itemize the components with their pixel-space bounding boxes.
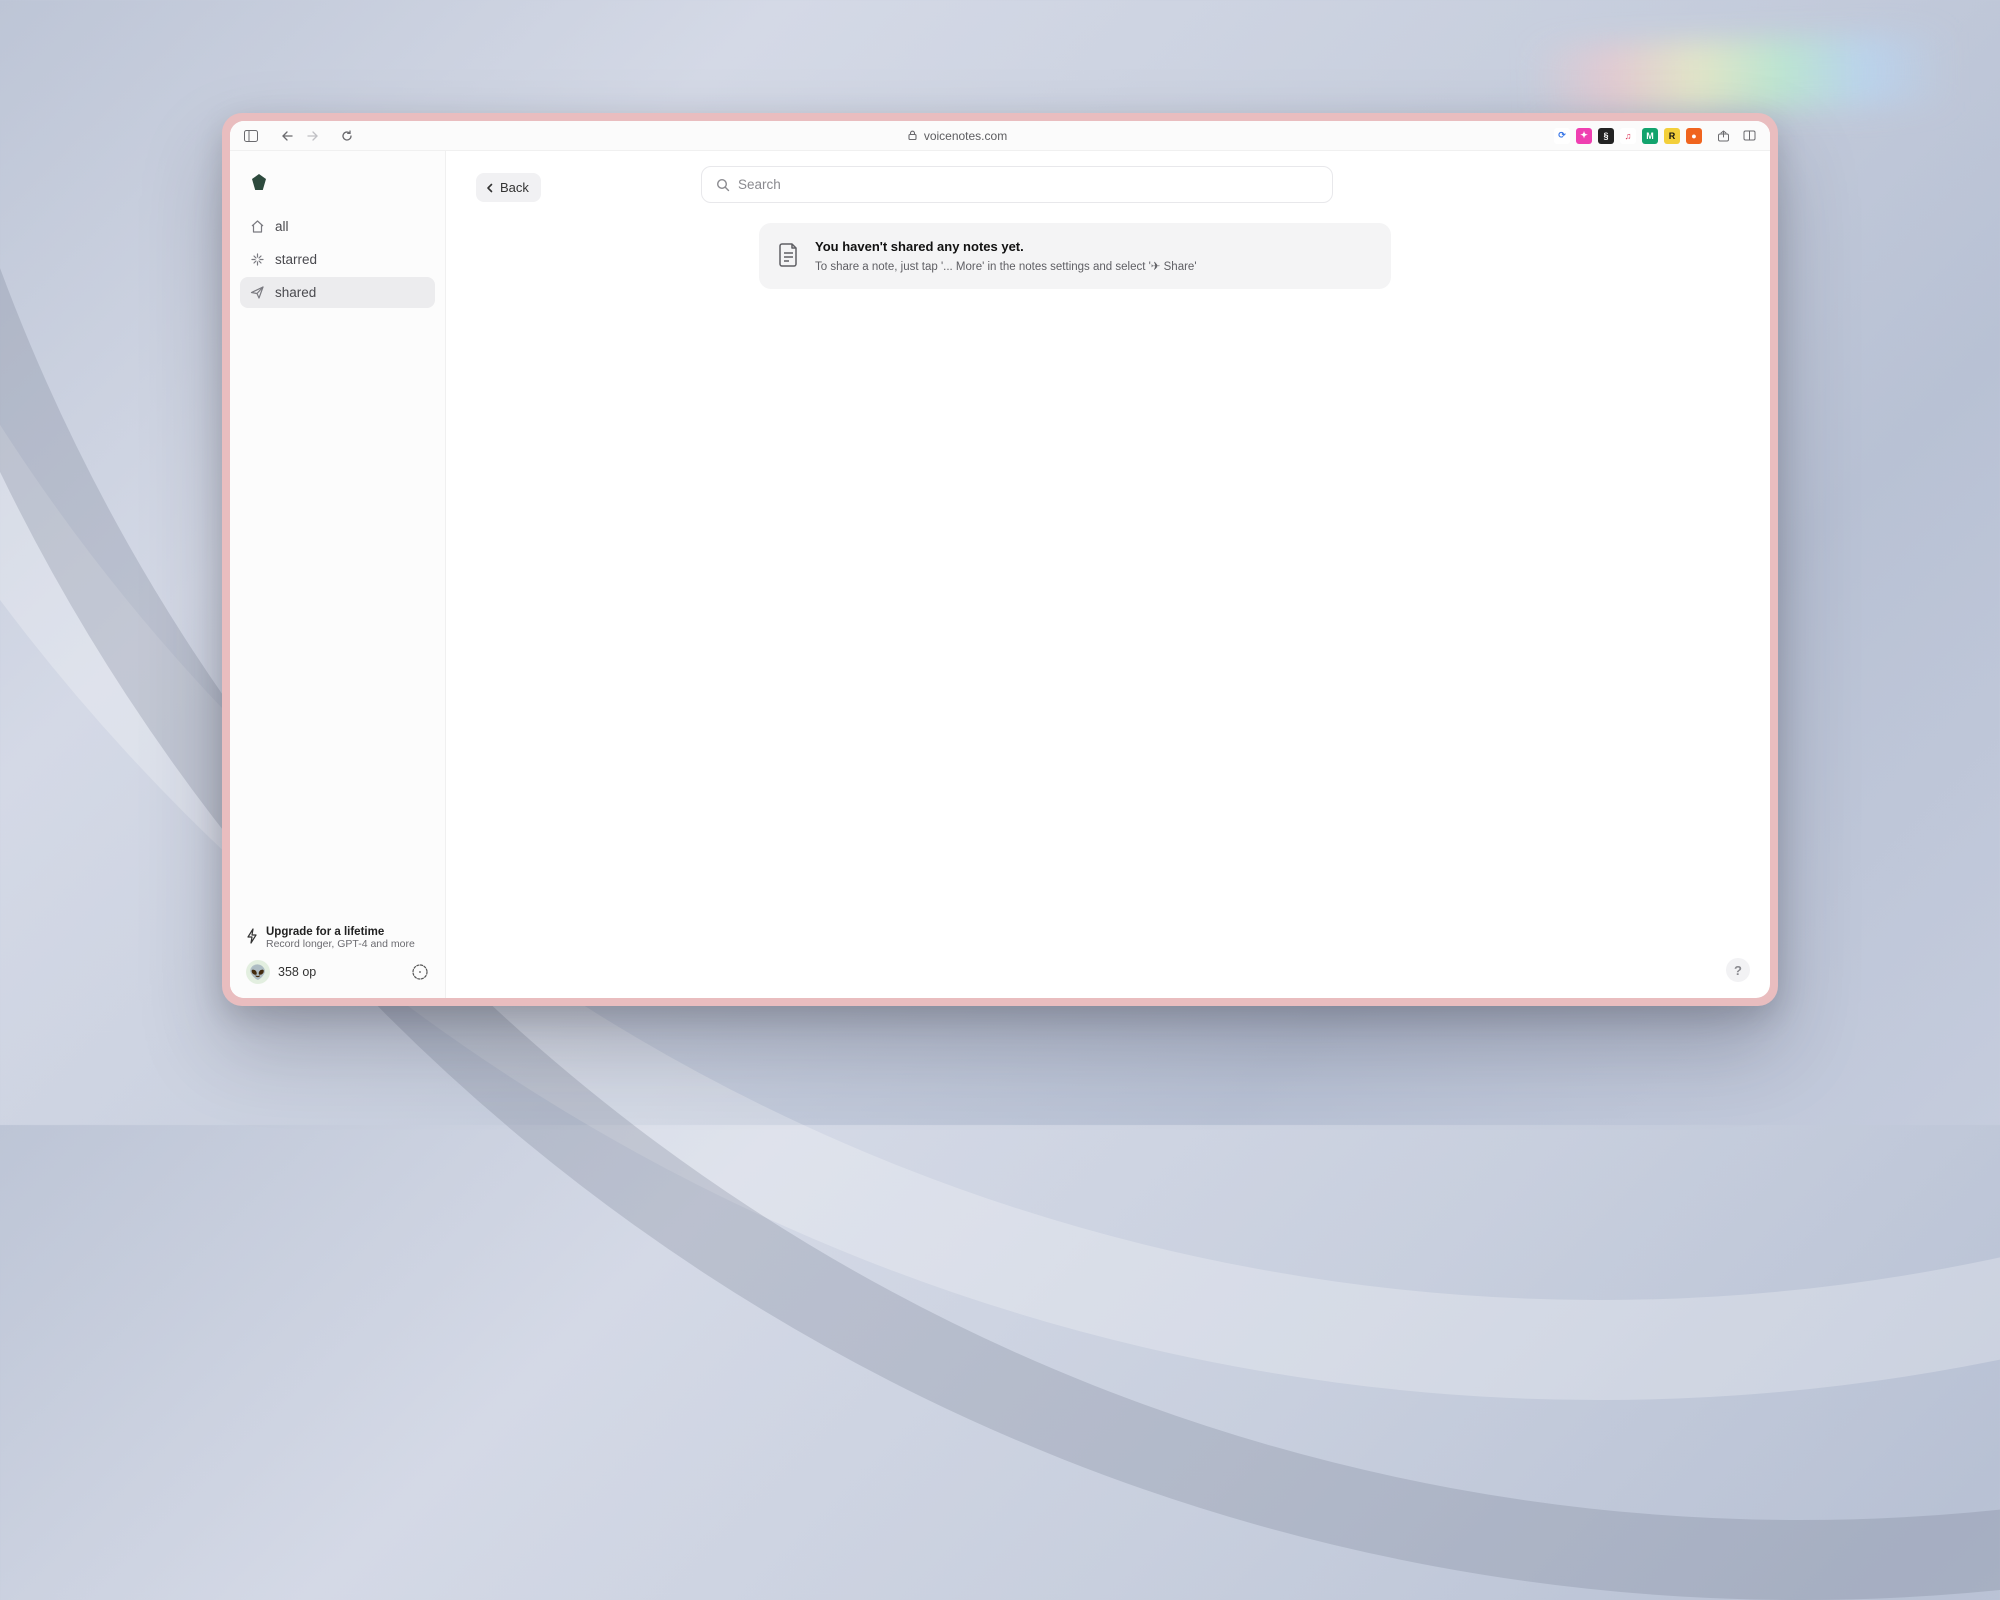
share-button[interactable] (1710, 125, 1736, 147)
ext-pink-icon[interactable]: ✦ (1576, 128, 1592, 144)
reload-button[interactable] (334, 125, 360, 147)
search-input[interactable] (738, 177, 1318, 192)
note-icon (777, 241, 801, 269)
sidebar-toggle-button[interactable] (238, 125, 264, 147)
usage-timer-icon[interactable] (411, 963, 429, 981)
nav-back-button[interactable] (274, 125, 300, 147)
sidebar-item-starred[interactable]: starred (240, 244, 435, 275)
upgrade-title: Upgrade for a lifetime (266, 926, 415, 938)
extension-tray: ⟳ ✦ § ♫ MR ● (1554, 128, 1702, 144)
upgrade-cta[interactable]: Upgrade for a lifetime Record longer, GP… (240, 920, 435, 960)
search-icon (716, 178, 730, 192)
sidebar-nav: all starred shared (240, 211, 435, 310)
lightning-icon (246, 928, 258, 944)
sidebar-item-label: all (275, 219, 289, 234)
ext-orange-icon[interactable]: ● (1686, 128, 1702, 144)
sidebar-item-label: starred (275, 252, 317, 267)
user-avatar[interactable]: 👽 (246, 960, 270, 984)
sidebar-footer: 👽 358 op (240, 960, 435, 984)
sidebar: all starred shared Upgrade for a lifetime … (230, 151, 446, 998)
sparkle-icon (250, 252, 265, 267)
notice-title: You haven't shared any notes yet. (815, 239, 1197, 254)
translate-icon[interactable]: ⟳ (1554, 128, 1570, 144)
main-panel: Back You haven't shared any notes yet. (446, 151, 1770, 998)
sidebar-item-all[interactable]: all (240, 211, 435, 242)
app-logo[interactable] (248, 171, 270, 193)
app-content: all starred shared Upgrade for a lifetime … (230, 151, 1770, 998)
lock-icon (907, 130, 918, 141)
ext-m-icon[interactable]: M (1642, 128, 1658, 144)
chevron-left-icon (485, 183, 495, 193)
paper-plane-icon (250, 285, 265, 300)
browser-toolbar: voicenotes.com ⟳ ✦ § ♫ MR ● (230, 121, 1770, 151)
address-bar[interactable]: voicenotes.com (360, 129, 1554, 143)
back-button[interactable]: Back (476, 173, 541, 202)
user-name: 358 op (278, 965, 403, 979)
upgrade-subtitle: Record longer, GPT-4 and more (266, 938, 415, 950)
sidebar-item-label: shared (275, 285, 316, 300)
notice-body: To share a note, just tap '... More' in … (815, 259, 1197, 273)
ext-dark-icon[interactable]: § (1598, 128, 1614, 144)
tabs-button[interactable] (1736, 125, 1762, 147)
browser-window: voicenotes.com ⟳ ✦ § ♫ MR ● all starred shared (222, 113, 1778, 1006)
empty-shared-notice: You haven't shared any notes yet. To sha… (759, 223, 1391, 289)
address-text: voicenotes.com (924, 129, 1007, 143)
nav-forward-button[interactable] (300, 125, 326, 147)
search-field[interactable] (701, 166, 1333, 203)
back-button-label: Back (500, 180, 529, 195)
ext-headphone-icon[interactable]: ♫ (1620, 128, 1636, 144)
browser-inner: voicenotes.com ⟳ ✦ § ♫ MR ● all starred shared (230, 121, 1770, 998)
sidebar-item-shared[interactable]: shared (240, 277, 435, 308)
help-fab[interactable]: ? (1726, 958, 1750, 982)
home-icon (250, 219, 265, 234)
wallpaper-rainbow (1529, 33, 1951, 118)
ext-r-icon[interactable]: R (1664, 128, 1680, 144)
